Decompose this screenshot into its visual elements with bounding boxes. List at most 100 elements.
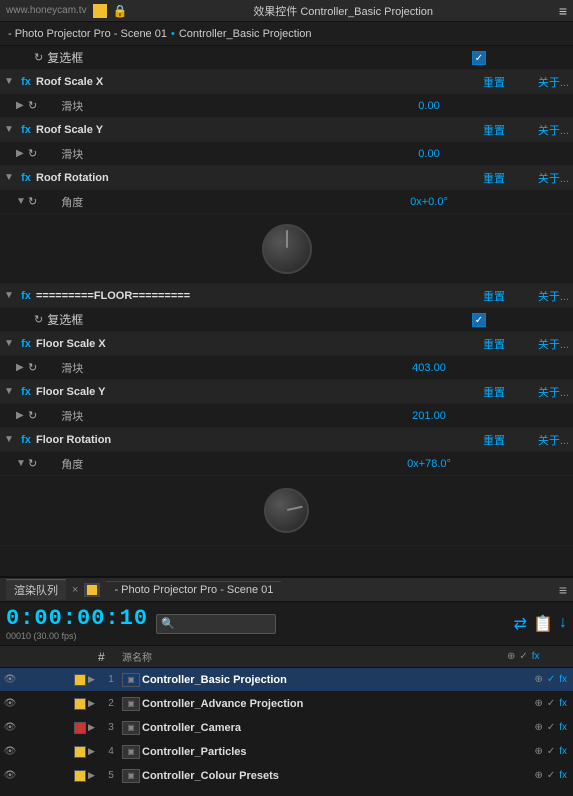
solo-icon-2[interactable] bbox=[38, 696, 54, 712]
layer-act-3a: ⊕ bbox=[534, 722, 542, 733]
roof-scale-x-about[interactable]: 关于... bbox=[519, 74, 569, 90]
table-row[interactable]: 👁 ▶ 1 ▣ Controller_Basic Projection ⊕ ✓ … bbox=[0, 668, 573, 692]
roof-scale-y-expand[interactable]: ▼ bbox=[4, 124, 16, 135]
lock-icon-3[interactable] bbox=[56, 720, 72, 736]
audio-icon-4[interactable] bbox=[20, 744, 36, 760]
floor-scale-x-reset[interactable]: 重置 bbox=[469, 336, 519, 352]
roof-scale-y-sub-label: 滑块 bbox=[41, 146, 389, 162]
layer-icon-inner-1: ▣ bbox=[127, 675, 135, 684]
audio-icon-1[interactable] bbox=[20, 672, 36, 688]
lock-icon-2[interactable] bbox=[56, 696, 72, 712]
table-row[interactable]: 👁 ▶ 2 ▣ Controller_Advance Projection ⊕ … bbox=[0, 692, 573, 716]
render-tab-close[interactable]: × bbox=[72, 584, 78, 596]
floor-rotation-knob[interactable] bbox=[264, 488, 309, 533]
floor-separator-about[interactable]: 关于... bbox=[519, 288, 569, 304]
floor-scale-y-reset[interactable]: 重置 bbox=[469, 384, 519, 400]
layer-icon-4: ▣ bbox=[122, 745, 140, 759]
audio-icon-2[interactable] bbox=[20, 696, 36, 712]
roof-rotation-about[interactable]: 关于... bbox=[519, 170, 569, 186]
layer-act-3c[interactable]: fx bbox=[559, 722, 567, 733]
search-icon: 🔍 bbox=[161, 617, 175, 630]
scene-swatch-inner bbox=[87, 585, 97, 595]
roof-knob-row bbox=[0, 214, 573, 284]
layer-act-2c[interactable]: fx bbox=[559, 698, 567, 709]
roof-scale-y-sub-expand[interactable]: ▶ bbox=[16, 148, 28, 159]
floor-scale-y-expand[interactable]: ▼ bbox=[4, 386, 16, 397]
floor-scale-y-fx: fx bbox=[16, 386, 36, 398]
layer-act-4c[interactable]: fx bbox=[559, 746, 567, 757]
eye-icon-1[interactable]: 👁 bbox=[2, 672, 18, 688]
floor-scale-x-expand[interactable]: ▼ bbox=[4, 338, 16, 349]
floor-rotation-label: Floor Rotation bbox=[36, 434, 469, 446]
lock-icon-4[interactable] bbox=[56, 744, 72, 760]
search-box[interactable]: 🔍 bbox=[156, 614, 276, 634]
solo-icon-3[interactable] bbox=[38, 720, 54, 736]
roof-scale-y-row: ▼ fx Roof Scale Y 重置 关于... bbox=[0, 118, 573, 142]
floor-scale-y-sub-expand[interactable]: ▶ bbox=[16, 410, 28, 421]
render-icon-2[interactable]: 📋 bbox=[533, 614, 553, 634]
layer-act-4b[interactable]: ✓ bbox=[547, 746, 555, 757]
floor-rotation-about[interactable]: 关于... bbox=[519, 432, 569, 448]
roof-scale-y-about[interactable]: 关于... bbox=[519, 122, 569, 138]
floor-checkbox-box[interactable]: ✓ bbox=[472, 313, 486, 327]
header-act-1: ⊕ bbox=[507, 651, 515, 662]
solo-icon-1[interactable] bbox=[38, 672, 54, 688]
timecode-block: 0:00:00:10 00010 (30.00 fps) bbox=[6, 606, 148, 641]
render-menu-icon[interactable]: ≡ bbox=[559, 582, 567, 598]
fps-label: 00010 (30.00 fps) bbox=[6, 631, 148, 641]
floor-rotation-expand[interactable]: ▼ bbox=[4, 434, 16, 445]
floor-scale-x-value[interactable]: 403.00 bbox=[389, 362, 469, 374]
eye-icon-3[interactable]: 👁 bbox=[2, 720, 18, 736]
roof-scale-x-reset[interactable]: 重置 bbox=[469, 74, 519, 90]
floor-rotation-value[interactable]: 0x+78.0° bbox=[389, 458, 469, 470]
roof-scale-x-value[interactable]: 0.00 bbox=[389, 100, 469, 112]
floor-rotation-reset[interactable]: 重置 bbox=[469, 432, 519, 448]
row-expand-2[interactable]: ▶ bbox=[88, 698, 100, 709]
lock-icon-1[interactable] bbox=[56, 672, 72, 688]
layer-act-1b[interactable]: ✓ bbox=[547, 674, 555, 685]
row-expand-3[interactable]: ▶ bbox=[88, 722, 100, 733]
floor-rotation-sub-expand[interactable]: ▼ bbox=[16, 458, 28, 469]
eye-icon-2[interactable]: 👁 bbox=[2, 696, 18, 712]
search-input[interactable] bbox=[179, 618, 259, 629]
roof-rotation-expand[interactable]: ▼ bbox=[4, 172, 16, 183]
row-expand-1[interactable]: ▶ bbox=[88, 674, 100, 685]
layer-act-1c[interactable]: fx bbox=[559, 674, 567, 685]
top-bar: www.honeycam.tv 🔒 效果控件 Controller_Basic … bbox=[0, 0, 573, 22]
roof-rotation-reset[interactable]: 重置 bbox=[469, 170, 519, 186]
roof-rotation-knob[interactable] bbox=[262, 224, 312, 274]
render-queue-tab[interactable]: 渲染队列 bbox=[6, 579, 66, 600]
roof-checkbox[interactable]: ✓ bbox=[439, 50, 519, 66]
render-icon-1[interactable]: ⇄ bbox=[514, 614, 527, 634]
floor-checkbox[interactable]: ✓ bbox=[439, 312, 519, 328]
floor-separator-expand[interactable]: ▼ bbox=[4, 290, 16, 301]
roof-checkbox-box[interactable]: ✓ bbox=[472, 51, 486, 65]
roof-rotation-value[interactable]: 0x+0.0° bbox=[389, 196, 469, 208]
roof-scale-x-sub-expand[interactable]: ▶ bbox=[16, 100, 28, 111]
audio-icon-3[interactable] bbox=[20, 720, 36, 736]
floor-scale-y-about[interactable]: 关于... bbox=[519, 384, 569, 400]
floor-scale-y-value[interactable]: 201.00 bbox=[389, 410, 469, 422]
layer-act-2b[interactable]: ✓ bbox=[547, 698, 555, 709]
floor-scale-x-sub-expand[interactable]: ▶ bbox=[16, 362, 28, 373]
roof-scale-x-expand[interactable]: ▼ bbox=[4, 76, 16, 87]
scene-tab[interactable]: - Photo Projector Pro - Scene 01 bbox=[106, 581, 281, 598]
floor-scale-x-about[interactable]: 关于... bbox=[519, 336, 569, 352]
row-expand-4[interactable]: ▶ bbox=[88, 746, 100, 757]
table-row[interactable]: 👁 ▶ 5 ▣ Controller_Colour Presets ⊕ ✓ fx bbox=[0, 764, 573, 788]
scene-color-swatch bbox=[84, 583, 100, 597]
layer-color-4 bbox=[74, 746, 86, 758]
table-row[interactable]: 👁 ▶ 3 ▣ Controller_Camera ⊕ ✓ fx bbox=[0, 716, 573, 740]
menu-icon[interactable]: ≡ bbox=[559, 3, 567, 19]
render-icon-3[interactable]: ↓ bbox=[559, 614, 567, 634]
roof-scale-y-reset[interactable]: 重置 bbox=[469, 122, 519, 138]
floor-separator-reset[interactable]: 重置 bbox=[469, 288, 519, 304]
roof-scale-y-value[interactable]: 0.00 bbox=[389, 148, 469, 160]
header-action-col: ⊕ ✓ fx bbox=[507, 651, 567, 662]
solo-icon-4[interactable] bbox=[38, 744, 54, 760]
eye-icon-4[interactable]: 👁 bbox=[2, 744, 18, 760]
roof-rotation-sub-expand[interactable]: ▼ bbox=[16, 196, 28, 207]
table-row[interactable]: 👁 ▶ 4 ▣ Controller_Particles ⊕ ✓ fx bbox=[0, 740, 573, 764]
layer-act-3b[interactable]: ✓ bbox=[547, 722, 555, 733]
roof-reset-icon: ↻ bbox=[34, 51, 43, 64]
